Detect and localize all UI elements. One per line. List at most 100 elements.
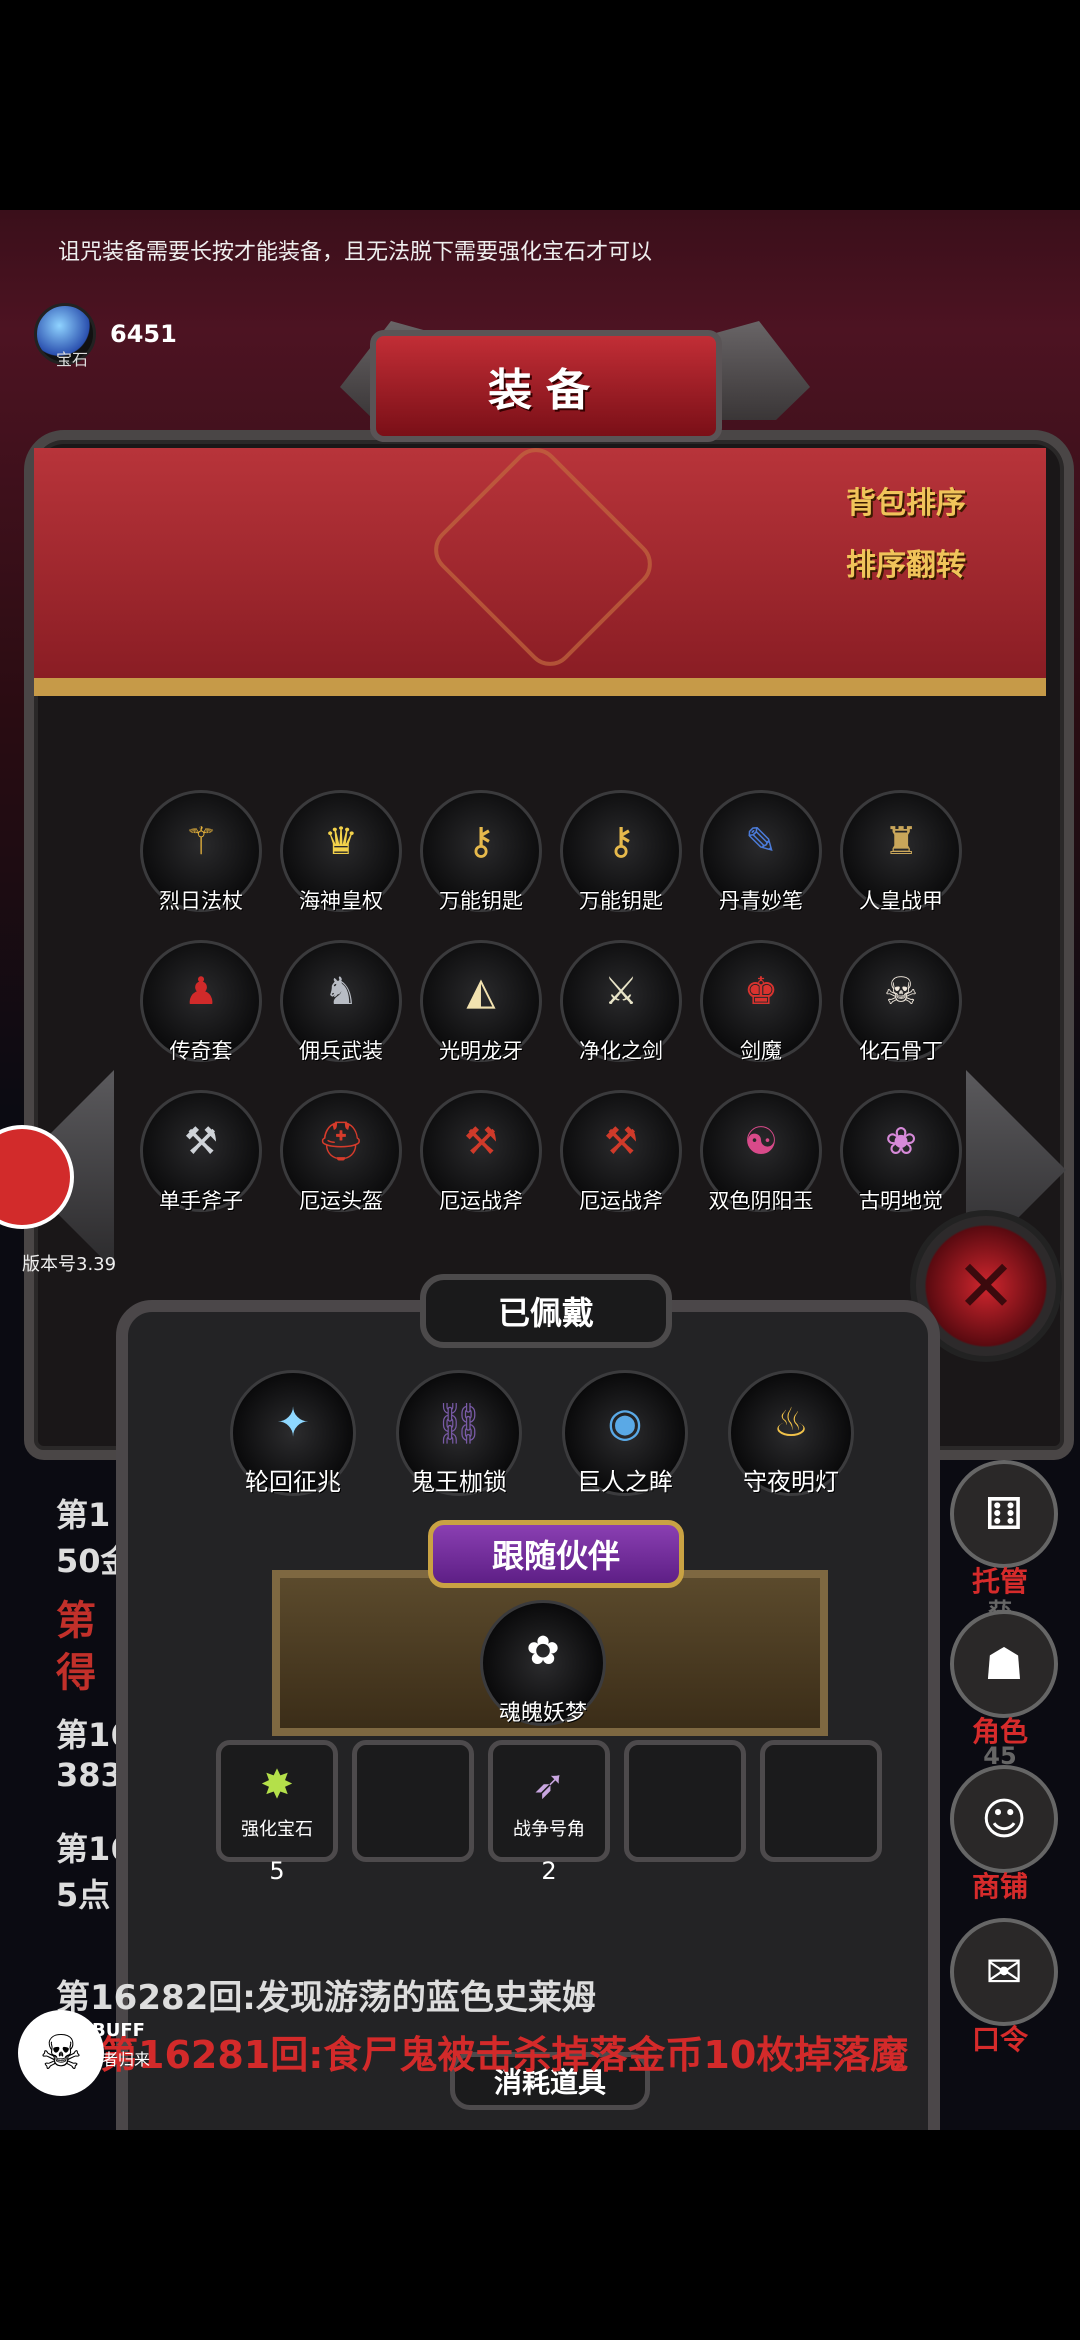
companion-name: 魂魄妖梦 [498, 1701, 587, 1726]
demon-icon: ♚ [743, 969, 779, 1013]
equipped-item[interactable]: ✦ 轮回征兆 [230, 1370, 356, 1496]
equipment-item-label: 化石骨丁 [859, 1039, 943, 1063]
equipment-banner: 背包排序 排序翻转 [34, 438, 1046, 696]
equipment-item[interactable]: ♟ 传奇套 [140, 940, 262, 1063]
bone-icon: ☠ [883, 969, 919, 1013]
equipment-item-label: 海神皇权 [299, 889, 383, 913]
equipped-title: 已佩戴 [420, 1274, 672, 1348]
equipment-item[interactable]: ⛑ 厄运头盔 [280, 1090, 402, 1213]
equipped-item[interactable]: ♨ 守夜明灯 [728, 1370, 854, 1496]
equipment-item-label: 厄运战斧 [439, 1189, 523, 1213]
log-line: 第16282回:发现游荡的蓝色史莱姆 [56, 1978, 596, 2018]
consumable-label: 强化宝石 [241, 1819, 313, 1840]
game-screen: 诅咒装备需要长按才能装备，且无法脱下需要强化宝石才可以 6451 宝石 第1 5… [0, 210, 1080, 2130]
brush-icon: ✎ [745, 819, 777, 863]
equipment-item[interactable]: ✎ 丹青妙笔 [700, 790, 822, 913]
golden-armor-icon: ♛ [323, 819, 359, 863]
equipment-item-label: 丹青妙笔 [719, 889, 803, 913]
log-line: 第16281回:食尸鬼被击杀掉落金币10枚掉落魔 [100, 2033, 909, 2077]
book-icon[interactable]: ✉ [950, 1918, 1058, 2026]
equipment-item[interactable]: ♛ 海神皇权 [280, 790, 402, 913]
equipment-item-label: 烈日法杖 [159, 889, 243, 913]
equipment-item[interactable]: ⚒ 单手斧子 [140, 1090, 262, 1213]
consumable-count: 2 [541, 1857, 557, 1885]
equipment-item[interactable]: ♜ 人皇战甲 [840, 790, 962, 913]
log-line: 第1 [56, 1496, 111, 1534]
equipment-title-plate: 装备 [370, 330, 722, 442]
key-icon: ⚷ [607, 819, 635, 863]
equipment-item[interactable]: ♞ 佣兵武装 [280, 940, 402, 1063]
crossed-swords-emblem-icon [424, 438, 662, 676]
companion-slot[interactable]: ✿ 魂魄妖梦 [480, 1600, 606, 1726]
equipment-item-label: 剑魔 [740, 1039, 782, 1063]
hooded-figure-icon[interactable]: ☗ [950, 1610, 1058, 1718]
green-gem-icon: ✸ [260, 1762, 294, 1808]
orbs-icon: ☯ [743, 1119, 779, 1163]
notice-text: 诅咒装备需要长按才能装备，且无法脱下需要强化宝石才可以 [58, 240, 653, 265]
consumable-label: 战争号角 [513, 1819, 585, 1840]
consumable-count: 5 [269, 1857, 285, 1885]
log-line: 383 [56, 1756, 123, 1794]
consumable-slot[interactable]: ➶ 战争号角 2 [488, 1740, 610, 1885]
equipped-item[interactable]: ◉ 巨人之眸 [562, 1370, 688, 1496]
equipment-item-label: 单手斧子 [159, 1189, 243, 1213]
buff-name: 亡者归来 [86, 2050, 151, 2069]
eye-icon: ◉ [607, 1400, 643, 1446]
equipment-item[interactable]: ⚚ 烈日法杖 [140, 790, 262, 913]
version-label: 版本号3.39 [22, 1254, 117, 1275]
companion-icon: ✿ [526, 1628, 560, 1674]
equipment-item-label: 古明地觉 [859, 1189, 943, 1213]
dice-icon[interactable]: ⚅ [950, 1460, 1058, 1568]
equipment-item[interactable]: ⚷ 万能钥匙 [420, 790, 542, 913]
consumable-slot[interactable] [624, 1740, 746, 1862]
equipment-item-label: 万能钥匙 [579, 889, 663, 913]
equipment-item[interactable]: ⚒ 厄运战斧 [420, 1090, 542, 1213]
bag-sort-button[interactable]: 背包排序 [836, 478, 976, 522]
ice-staff-icon: ✦ [276, 1400, 310, 1446]
battle-axe-icon: ⚒ [603, 1119, 639, 1163]
equipped-item-label: 巨人之眸 [577, 1468, 673, 1496]
right-menu-label[interactable]: 商铺 [950, 1865, 1050, 1905]
equipped-item-label: 守夜明灯 [743, 1468, 839, 1496]
staff-icon: ⚚ [183, 819, 219, 863]
axe-icon: ⚒ [183, 1119, 219, 1163]
equipment-item-label: 万能钥匙 [439, 889, 523, 913]
equipment-item[interactable]: ☠ 化石骨丁 [840, 940, 962, 1063]
equipment-item[interactable]: ♚ 剑魔 [700, 940, 822, 1063]
equipment-item-label: 光明龙牙 [439, 1039, 523, 1063]
equipment-item-label: 佣兵武装 [299, 1039, 383, 1063]
log-line: 5点 [56, 1876, 111, 1914]
knight-icon: ♞ [323, 969, 359, 1013]
equipment-item[interactable]: ⚷ 万能钥匙 [560, 790, 682, 913]
helmet-icon: ⛑ [316, 1118, 366, 1163]
companion-title: 跟随伙伴 [428, 1520, 684, 1588]
right-menu-label[interactable]: 口令 [950, 2018, 1050, 2058]
equipment-item-label: 净化之剑 [579, 1039, 663, 1063]
consumable-slot[interactable]: ✸ 强化宝石 5 [216, 1740, 338, 1885]
battle-axe-icon: ⚒ [463, 1119, 499, 1163]
equipment-item-label: 厄运战斧 [579, 1189, 663, 1213]
equipment-item[interactable]: ☯ 双色阴阳玉 [700, 1090, 822, 1213]
fang-icon: ◭ [466, 969, 496, 1013]
key-icon: ⚷ [467, 819, 495, 863]
buff-label: BUFF [92, 2020, 145, 2041]
equipment-item[interactable]: ⚒ 厄运战斧 [560, 1090, 682, 1213]
gem-label: 宝石 [56, 350, 89, 369]
girl-icon: ❀ [885, 1119, 917, 1163]
equipped-item-label: 鬼王枷锁 [411, 1468, 507, 1496]
gem-counter: 6451 宝石 [34, 303, 234, 369]
consumable-slot[interactable] [760, 1740, 882, 1862]
armor-icon: ♜ [883, 819, 919, 863]
equipment-item[interactable]: ⚔ 净化之剑 [560, 940, 682, 1063]
reverse-sort-button[interactable]: 排序翻转 [836, 540, 976, 584]
log-line: 得 [56, 1650, 96, 1696]
equipment-item-label: 双色阴阳玉 [708, 1189, 814, 1213]
gem-value: 6451 [110, 320, 177, 348]
equipped-item[interactable]: ⛓ 鬼王枷锁 [396, 1370, 522, 1496]
equipped-item-label: 轮回征兆 [245, 1468, 341, 1496]
merchant-icon[interactable]: ☺ [950, 1765, 1058, 1873]
equipment-item[interactable]: ❀ 古明地觉 [840, 1090, 962, 1213]
red-robe-icon: ♟ [183, 969, 219, 1013]
consumable-slot[interactable] [352, 1740, 474, 1862]
equipment-item[interactable]: ◭ 光明龙牙 [420, 940, 542, 1063]
